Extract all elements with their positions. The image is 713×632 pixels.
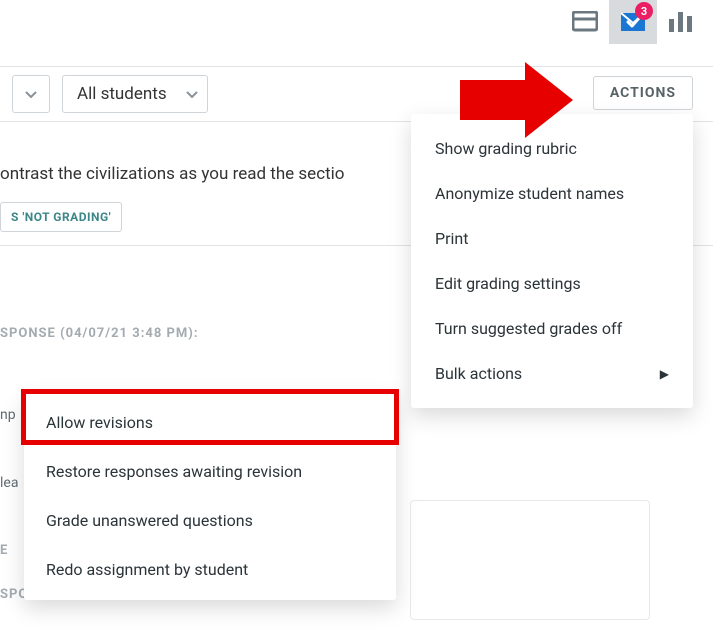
not-grading-chip[interactable]: S 'NOT GRADING' [0, 202, 122, 232]
actions-menu: Show grading rubric Anonymize student na… [411, 114, 693, 408]
card-icon-button[interactable] [561, 0, 609, 44]
text-fragment-lea: lea [0, 475, 18, 491]
menu-item-suggested-off[interactable]: Turn suggested grades off [411, 306, 693, 351]
menu-item-show-rubric[interactable]: Show grading rubric [411, 126, 693, 171]
response-meta-label: SPONSE (04/07/21 3:48 PM): [0, 326, 199, 341]
menu-item-edit-grading[interactable]: Edit grading settings [411, 261, 693, 306]
chevron-down-icon [24, 87, 38, 101]
menu-item-print[interactable]: Print [411, 216, 693, 261]
card-icon [572, 11, 598, 33]
bulk-item-redo-assignment[interactable]: Redo assignment by student [24, 545, 396, 594]
bar-chart-icon [668, 11, 694, 33]
top-icon-bar: 3 [561, 0, 705, 44]
text-fragment-np: np [0, 407, 16, 423]
prompt-text-fragment: ontrast the civilizations as you read th… [0, 164, 345, 184]
students-filter-dropdown[interactable]: All students [62, 75, 208, 113]
text-fragment-e: E [0, 543, 8, 558]
students-filter-label: All students [77, 84, 167, 104]
bulk-actions-submenu: Allow revisions Restore responses awaiti… [24, 392, 396, 600]
notification-badge: 3 [635, 2, 653, 20]
inbox-icon-button[interactable]: 3 [609, 0, 657, 44]
stats-icon-button[interactable] [657, 0, 705, 44]
filter-dropdown-1[interactable] [12, 75, 50, 113]
caret-right-icon: ▶ [660, 367, 669, 381]
bulk-item-grade-unanswered[interactable]: Grade unanswered questions [24, 496, 396, 545]
actions-button[interactable]: ACTIONS [593, 76, 693, 110]
bulk-item-restore-responses[interactable]: Restore responses awaiting revision [24, 447, 396, 496]
menu-item-bulk-actions[interactable]: Bulk actions ▶ [411, 351, 693, 396]
card-outline [410, 500, 650, 620]
bulk-item-allow-revisions[interactable]: Allow revisions [24, 398, 396, 447]
menu-item-anonymize[interactable]: Anonymize student names [411, 171, 693, 216]
chevron-down-icon [185, 87, 199, 101]
